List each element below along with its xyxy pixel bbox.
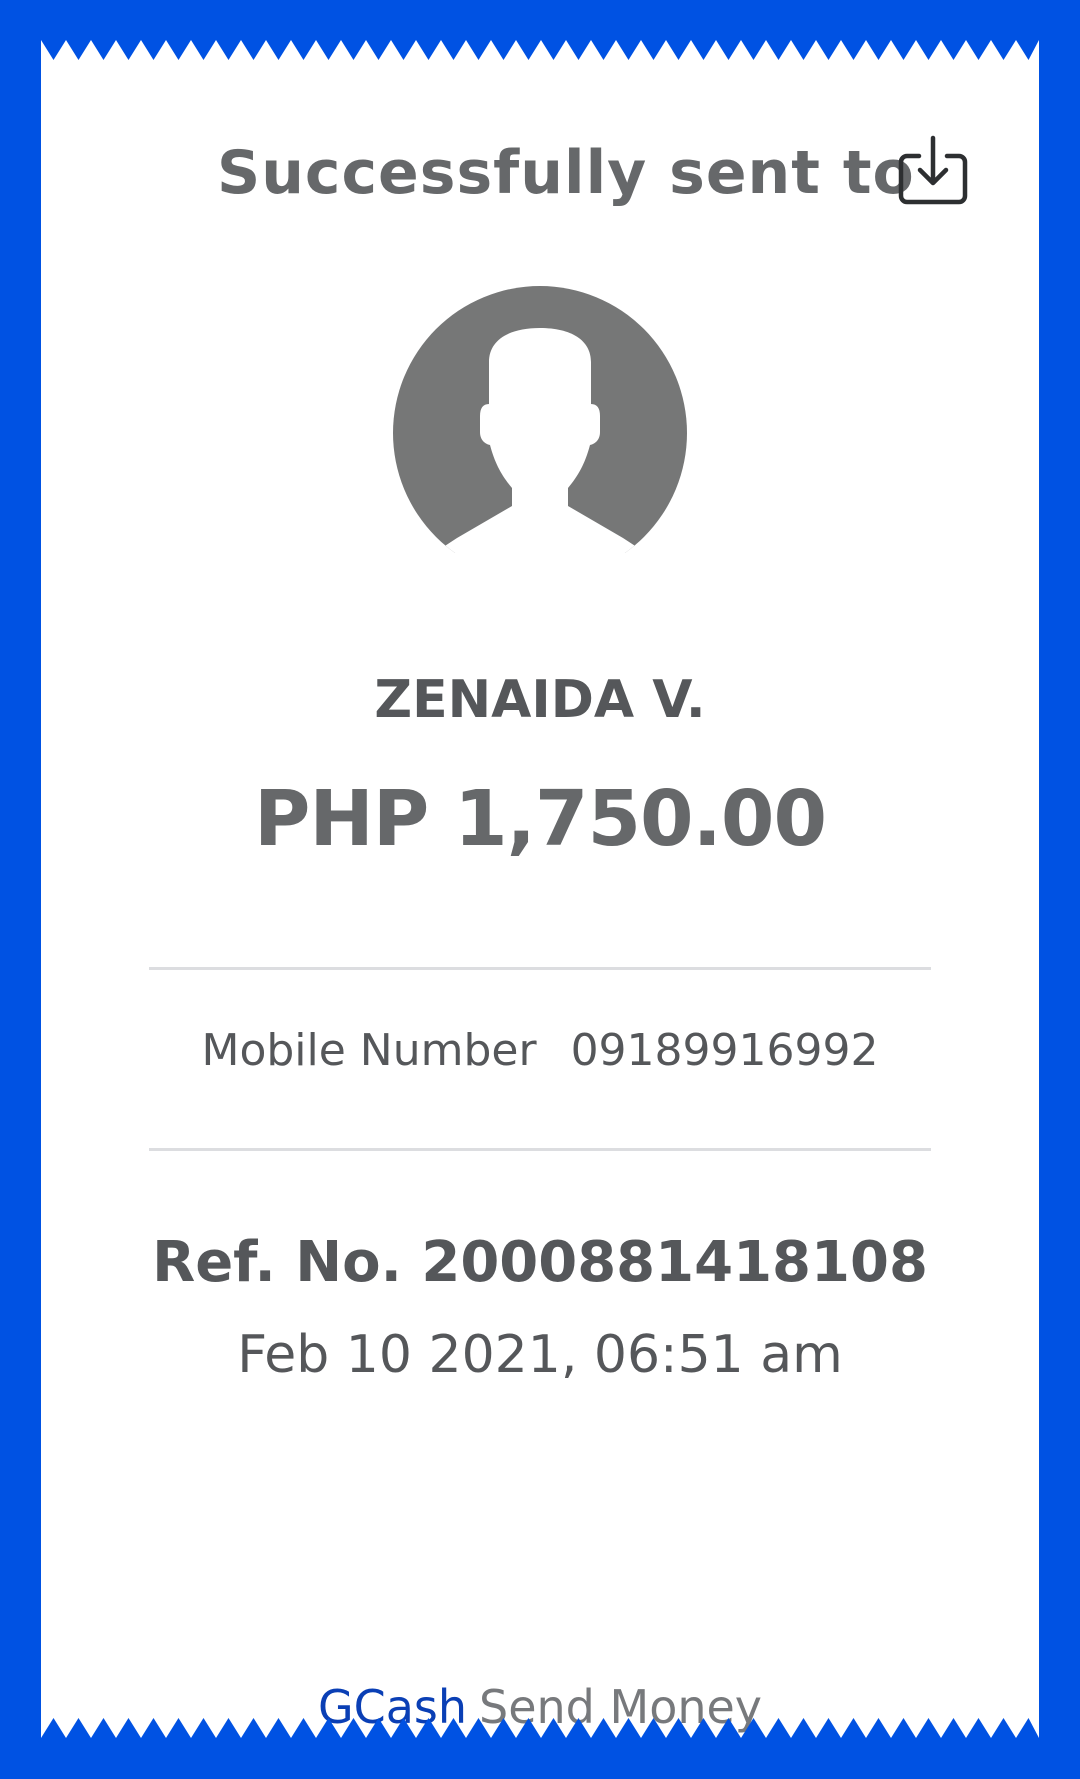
mobile-number-row: Mobile Number 09189916992 (41, 1025, 1039, 1076)
amount-sent: PHP 1,750.00 (253, 775, 827, 864)
page-title: Successfully sent to (217, 138, 915, 208)
download-button[interactable] (897, 132, 969, 208)
transaction-datetime: Feb 10 2021, 06:51 am (237, 1325, 843, 1385)
mobile-number-label: Mobile Number (201, 1025, 537, 1076)
divider-top (149, 967, 931, 970)
divider-bottom (149, 1148, 931, 1151)
receipt-card: Successfully sent to ZENAIDA V. PHP 1,75… (41, 40, 1039, 1738)
receipt-top-edge (41, 40, 1039, 60)
reference-number: Ref. No. 2000881418108 (152, 1230, 928, 1295)
recipient-name: ZENAIDA V. (374, 670, 706, 730)
user-avatar-icon (393, 286, 687, 580)
receipt-bottom-edge (41, 1718, 1039, 1738)
download-icon (898, 135, 968, 205)
mobile-number-value: 09189916992 (570, 1025, 879, 1076)
